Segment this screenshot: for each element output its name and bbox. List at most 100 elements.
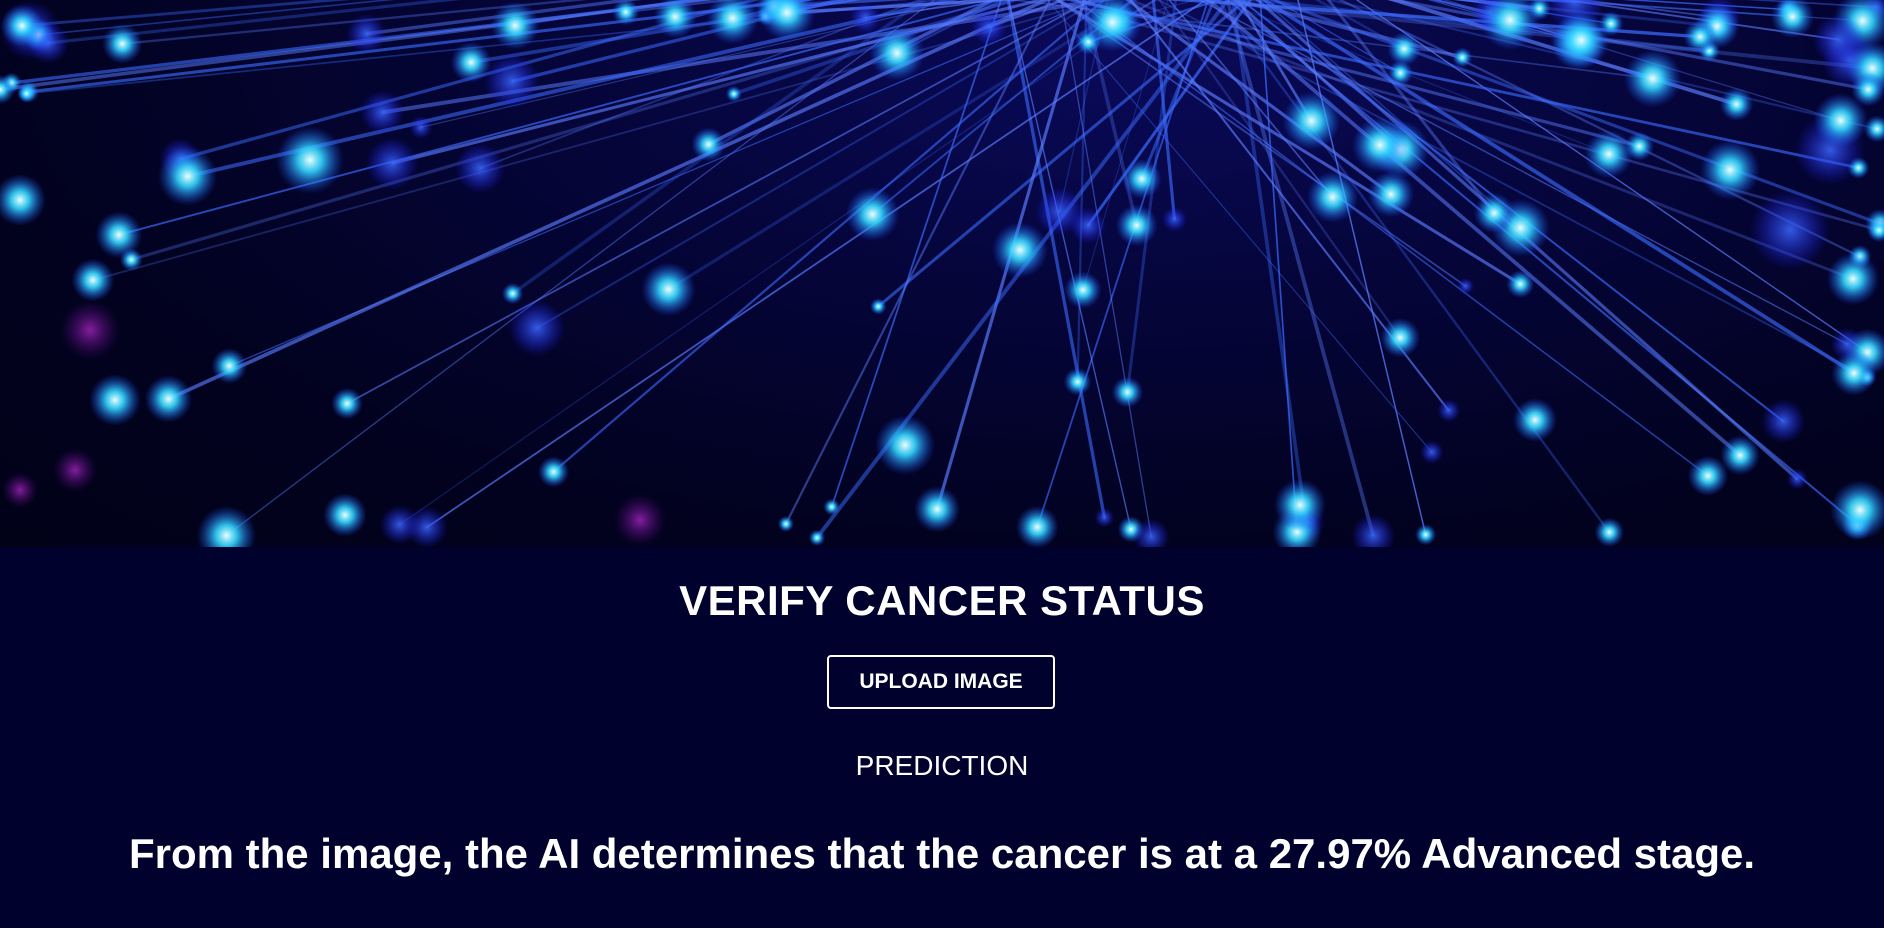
fiber-tip-glow (360, 90, 405, 135)
hero-banner (0, 0, 1884, 547)
fiber-tip-glow (845, 187, 900, 242)
fiber-tip-glow (455, 143, 505, 194)
fiber-strand (426, 0, 1208, 529)
fiber-tip-glow (1826, 252, 1880, 306)
fiber-tip-glow (1414, 523, 1437, 546)
fiber-tip-glow (346, 13, 387, 54)
fiber-tip-glow (869, 298, 887, 315)
fiber-tip-glow (1063, 367, 1092, 396)
fiber-tip-glow (1506, 269, 1535, 299)
fiber-tip-glow (1035, 187, 1084, 236)
fiber-tip-glow (1274, 479, 1326, 531)
fiber-tip-glow (331, 387, 364, 420)
fiber-tip-glow (1094, 507, 1115, 528)
fiber-tip-glow (490, 1, 540, 50)
fiber-tip-glow (1367, 171, 1415, 218)
fiber-tip-glow (1584, 129, 1634, 179)
fiber-tip-glow (913, 486, 961, 533)
fiber-tip-glow (1306, 171, 1359, 223)
fiber-tip-glow (869, 25, 925, 81)
fiber-tip-glow (1700, 140, 1760, 200)
fiber-tip-glow (1111, 376, 1144, 408)
fiber-tip-glow (1770, 0, 1815, 39)
fiber-tip-glow (365, 137, 419, 190)
fiber-tip-glow (1437, 399, 1461, 423)
fiber-tip-glow (89, 374, 141, 426)
fiber-tip-glow (1351, 513, 1396, 547)
fiber-tip-glow (71, 258, 115, 302)
bokeh-light (60, 300, 120, 360)
fiber-tip-glow (1851, 72, 1884, 107)
fiber-tip-glow (323, 493, 367, 537)
fiber-tip-glow (1761, 399, 1806, 444)
page-title: VERIFY CANCER STATUS (679, 577, 1205, 624)
fiber-tip-glow (1786, 468, 1808, 490)
fiber-tip-glow (691, 127, 726, 162)
fiber-tip-glow (276, 126, 344, 194)
fiber-tip-glow (405, 506, 448, 547)
bokeh-light (614, 494, 666, 546)
fiber-tip-glow (1594, 517, 1625, 547)
fiber-tip-glow (211, 348, 248, 384)
bokeh-light (2, 472, 38, 508)
prediction-label: PREDICTION (855, 750, 1029, 781)
fiber-tip-glow (875, 415, 935, 475)
fiber-tip-glow (992, 222, 1048, 278)
fiber-tip-glow (641, 262, 696, 317)
fiber-tip-glow (1623, 49, 1682, 108)
fiber-tip-glow (1831, 350, 1877, 396)
fiber-tip-glow (1552, 11, 1610, 69)
fiber-tip-glow (1121, 158, 1162, 199)
fiber-strand (1255, 0, 1799, 481)
fiber-tip-glow (483, 53, 540, 110)
fiber-tip-glow (157, 146, 218, 206)
fiber-tip-glow (1830, 480, 1884, 540)
fiber-tip-glow (144, 375, 193, 423)
fiber-tip-glow (1380, 317, 1421, 358)
fiber-tip-glow (409, 115, 433, 139)
fiber-tip-glow (1513, 398, 1557, 442)
fiber-tip-glow (849, 2, 881, 34)
fiber-tip-glow (196, 505, 257, 547)
fiber-tip-glow (1064, 271, 1102, 309)
fiber-tip-glow (1683, 19, 1718, 54)
fiber-tip-glow (1387, 60, 1414, 86)
fiber-tip-glow (102, 23, 143, 64)
prediction-result: From the image, the AI determines that t… (128, 830, 1756, 877)
bokeh-light (1750, 190, 1830, 270)
fiber-tip-glow (1015, 505, 1059, 547)
fiber-tip-glow (1420, 440, 1444, 464)
fiber-optic-burst-image (0, 0, 1884, 547)
fiber-tip-glow (0, 174, 46, 226)
upload-image-button[interactable]: UPLOAD IMAGE (827, 655, 1055, 709)
fiber-tip-glow (1452, 47, 1473, 68)
fiber-tip-glow (95, 211, 143, 259)
fiber-tip-glow (1847, 156, 1870, 179)
page: VERIFY CANCER STATUS UPLOAD IMAGE PREDIC… (0, 0, 1884, 931)
fiber-tip-glow (1719, 87, 1754, 122)
fiber-tip-glow (777, 515, 795, 533)
fiber-tip-glow (725, 85, 742, 102)
fiber-tip-glow (537, 456, 570, 488)
fiber-strand (1126, 0, 1854, 281)
fiber-tip-glow (0, 4, 44, 48)
fiber-tip-glow (1162, 206, 1187, 232)
fiber-strands (0, 0, 1881, 539)
fiber-tip-glow (1282, 91, 1341, 151)
bokeh-light (53, 448, 97, 492)
fiber-tip-glow (501, 282, 524, 305)
fiber-tip-glow (971, 9, 1007, 45)
fiber-tips (0, 0, 1884, 547)
fiber-tip-glow (808, 529, 826, 547)
fiber-tip-glow (823, 498, 841, 516)
fiber-tip-glow (706, 0, 759, 45)
fiber-tip-glow (1457, 277, 1475, 295)
fiber-tip-glow (1352, 117, 1408, 173)
fiber-tip-glow (1624, 131, 1655, 162)
verify-panel: VERIFY CANCER STATUS UPLOAD IMAGE PREDIC… (0, 547, 1884, 928)
fiber-tip-glow (1115, 204, 1158, 247)
fiber-strand (1070, 0, 1640, 148)
fiber-tip-glow (1720, 435, 1761, 476)
fiber-tip-glow (508, 299, 566, 357)
fiber-tip-glow (1473, 192, 1515, 234)
